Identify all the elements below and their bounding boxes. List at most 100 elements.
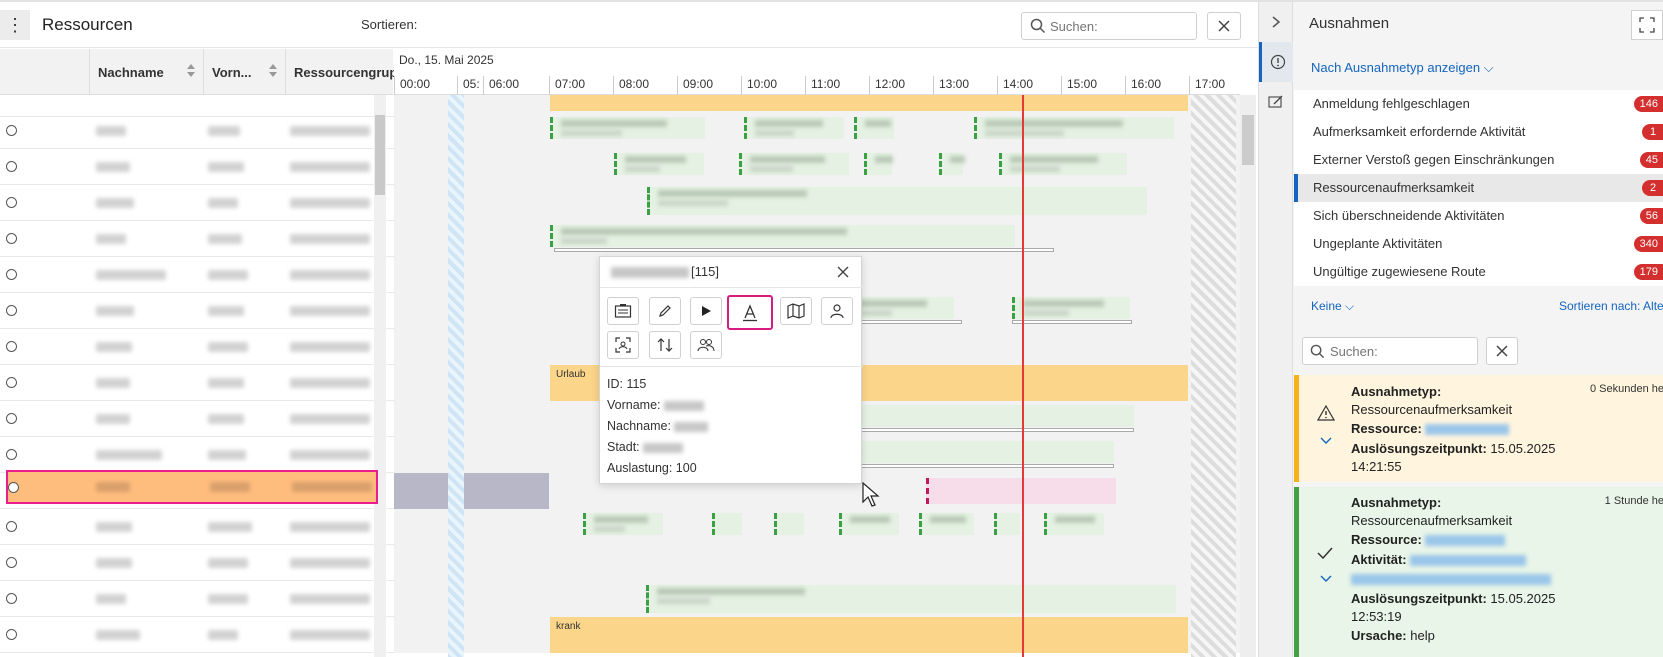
activity-bar[interactable] (939, 153, 965, 175)
column-header-ressourcengruppe[interactable]: Ressourcengrup (286, 49, 397, 95)
exception-search-box[interactable] (1302, 337, 1478, 365)
person-button[interactable] (821, 297, 853, 325)
activity-bar[interactable] (646, 585, 1176, 613)
activity-bar[interactable] (614, 153, 704, 175)
sort-icon[interactable] (269, 64, 277, 80)
clear-search-button[interactable] (1207, 12, 1241, 40)
row-select-radio[interactable] (6, 341, 17, 352)
exception-type-item[interactable]: Sich überschneidende Aktivitäten 56 (1294, 202, 1663, 230)
exception-type-item[interactable]: Ungültige zugewiesene Route 179 (1294, 258, 1663, 286)
row-select-radio[interactable] (6, 197, 17, 208)
scrollbar-thumb[interactable] (1242, 115, 1254, 165)
row-select-radio[interactable] (6, 161, 17, 172)
swap-button[interactable] (649, 331, 681, 359)
column-header-vorname[interactable]: Vorn... (204, 49, 286, 95)
table-row[interactable] (0, 185, 1240, 221)
table-row[interactable] (0, 581, 1240, 617)
details-button[interactable] (607, 297, 639, 325)
row-select-radio[interactable] (8, 482, 19, 493)
row-select-radio[interactable] (6, 233, 17, 244)
scrollbar-thumb[interactable] (375, 115, 385, 195)
exception-card[interactable]: 0 Sekunden he Ausnahmetyp: Ressourcenauf… (1294, 375, 1663, 482)
progress-line (554, 248, 1054, 252)
focus-button[interactable] (607, 331, 639, 359)
row-select-radio[interactable] (6, 125, 17, 136)
menu-icon[interactable]: ⋮ (0, 10, 30, 40)
row-select-radio[interactable] (6, 557, 17, 568)
expand-button[interactable] (1631, 10, 1663, 40)
exception-type-item[interactable]: Externer Verstoß gegen Einschränkungen 4… (1294, 146, 1663, 174)
redacted-text (674, 421, 709, 432)
resource-link[interactable] (1425, 535, 1506, 547)
exception-type-item[interactable]: Ungeplante Aktivitäten 340 (1294, 230, 1663, 258)
activity-bar[interactable] (864, 153, 893, 175)
table-row[interactable] (0, 149, 1240, 185)
play-button[interactable] (690, 297, 722, 325)
activity-link[interactable] (1351, 574, 1551, 586)
selected-row-highlight[interactable] (6, 470, 378, 504)
tab-notes[interactable] (1259, 82, 1293, 122)
text-button[interactable] (727, 295, 773, 330)
map-button[interactable] (780, 297, 812, 325)
absence-bar[interactable] (550, 95, 1188, 111)
sort-label[interactable]: Sortieren: (361, 17, 417, 32)
collapse-panel-button[interactable] (1259, 2, 1293, 42)
activity-link[interactable] (1410, 555, 1527, 567)
gantt-scrollbar[interactable] (1240, 95, 1256, 657)
activity-bar[interactable] (739, 153, 849, 175)
row-select-radio[interactable] (6, 449, 17, 460)
activity-bar[interactable] (926, 478, 1116, 504)
activity-bar[interactable] (994, 513, 1020, 535)
activity-bar[interactable] (974, 117, 1174, 139)
edit-button[interactable] (649, 297, 681, 325)
absence-bar[interactable]: krank (550, 617, 1188, 653)
row-select-radio[interactable] (6, 269, 17, 280)
sort-by-dropdown[interactable]: Sortieren nach: Alter (1559, 299, 1663, 313)
search-box[interactable] (1021, 12, 1197, 40)
table-row[interactable]: krank (0, 617, 1240, 653)
activity-bar[interactable] (839, 513, 899, 535)
table-row[interactable] (0, 221, 1240, 257)
filter-dropdown[interactable]: Keine ⌵ (1311, 299, 1354, 314)
activity-bar[interactable] (834, 405, 1134, 427)
group-button[interactable] (690, 331, 722, 359)
row-select-radio[interactable] (6, 521, 17, 532)
exception-card[interactable]: 1 Stunde he Ausnahmetyp: Ressourcenaufme… (1294, 487, 1663, 657)
close-icon[interactable] (835, 264, 851, 280)
tab-exceptions[interactable] (1259, 42, 1293, 82)
activity-bar[interactable] (712, 513, 742, 535)
column-header-nachname[interactable]: Nachname (90, 49, 204, 95)
exception-search-input[interactable] (1330, 342, 1470, 360)
activity-bar[interactable] (774, 513, 804, 535)
row-select-radio[interactable] (6, 413, 17, 424)
row-select-radio[interactable] (6, 305, 17, 316)
activity-bar[interactable] (744, 117, 844, 139)
table-scrollbar[interactable] (374, 95, 386, 657)
resource-link[interactable] (1425, 424, 1510, 436)
activity-bar[interactable] (999, 153, 1127, 175)
table-row[interactable] (0, 113, 1240, 149)
activity-bar[interactable] (919, 513, 974, 535)
activity-bar[interactable] (1044, 513, 1104, 535)
sort-icon[interactable] (187, 64, 195, 80)
activity-bar[interactable] (550, 117, 705, 139)
search-input[interactable] (1050, 17, 1190, 35)
clear-search-button[interactable] (1486, 337, 1518, 365)
table-row[interactable] (0, 545, 1240, 581)
row-select-radio[interactable] (6, 593, 17, 604)
row-select-radio[interactable] (6, 377, 17, 388)
activity-bar[interactable] (550, 225, 1015, 247)
chevron-down-icon[interactable] (1320, 575, 1332, 583)
chevron-down-icon[interactable] (1320, 437, 1332, 445)
exception-type-item[interactable]: Anmeldung fehlgeschlagen 146 (1294, 90, 1663, 118)
activity-bar[interactable] (854, 117, 894, 139)
row-select-radio[interactable] (6, 629, 17, 640)
activity-bar[interactable] (1012, 297, 1130, 319)
view-by-dropdown[interactable]: Nach Ausnahmetyp anzeigen ⌵ (1311, 60, 1494, 76)
activity-bar[interactable] (583, 513, 663, 535)
exception-type-item[interactable]: Aufmerksamkeit erfordernde Aktivität 1 (1294, 118, 1663, 146)
activity-bar[interactable] (647, 187, 1147, 215)
table-row[interactable] (0, 509, 1240, 545)
exception-type-item-selected[interactable]: Ressourcenaufmerksamkeit 2 (1294, 174, 1663, 202)
activity-bar[interactable] (834, 441, 1114, 463)
